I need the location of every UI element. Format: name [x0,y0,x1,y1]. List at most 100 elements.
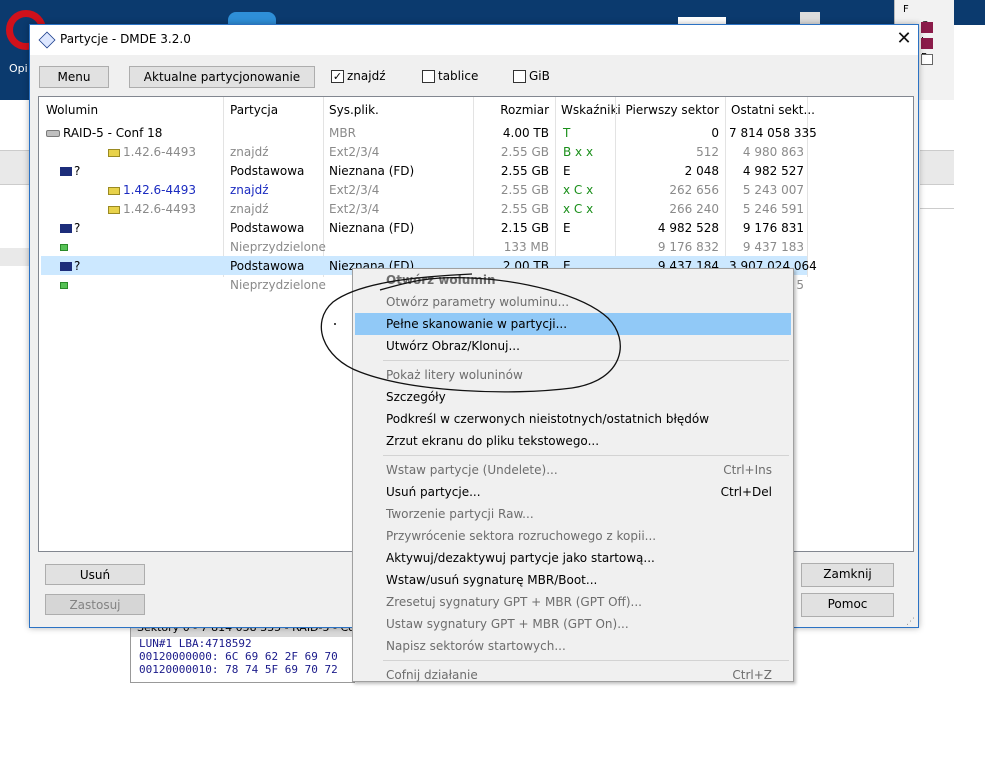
context-menu-item[interactable]: Otwórz parametry woluminu... [355,291,791,313]
found-checkbox[interactable]: ✓ znajdź [331,69,386,83]
background-panel [920,150,954,185]
cell-partition: znajdź [230,202,269,216]
volume-icon [108,186,120,195]
volume-label: RAID-5 - Conf 18 [63,126,163,140]
context-menu-item[interactable]: Wstaw/usuń sygnaturę MBR/Boot... [355,569,791,591]
menu-item-label: Zrzut ekranu do pliku tekstowego... [386,434,600,448]
column-header-filesystem[interactable]: Sys.plik. [329,103,379,121]
context-menu-item[interactable]: Tworzenie partycji Raw... [355,503,791,525]
cell-fs: Ext2/3/4 [329,145,380,159]
dmde-app-icon [38,31,56,49]
table-row[interactable]: ? Podstawowa Nieznana (FD) 2.55 GB E 2 048 4 9… [41,161,807,180]
table-row[interactable]: Nieprzydzielone 133 MB 9 176 832 9 437 183 [41,237,807,256]
cell-last: 4 982 527 [742,164,804,178]
context-menu-item[interactable]: Zrzut ekranu do pliku tekstowego... [355,430,791,452]
context-menu-item[interactable]: Cofnij działanie Ctrl+Z [355,664,791,686]
unallocated-icon [60,244,68,251]
cell-flags: x C x [563,202,594,216]
cell-partition: Nieprzydzielone [230,240,326,254]
book-icon [921,38,933,49]
title-bar[interactable]: Partycje - DMDE 3.2.0 ✕ [30,25,918,55]
current-partitioning-button[interactable]: Aktualne partycjonowanie [129,66,315,88]
table-row[interactable]: 1.42.6-4493 znajdź Ext2/3/4 2.55 GB B x x 512… [41,142,807,161]
tables-checkbox[interactable]: tablice [422,69,478,83]
partition-icon [60,262,72,271]
delete-button[interactable]: Usuń [45,564,145,585]
menu-button[interactable]: Menu [39,66,109,88]
table-row[interactable]: 1.42.6-4493 znajdź Ext2/3/4 2.55 GB x C x 262… [41,180,807,199]
column-header-volume[interactable]: Wolumin [46,103,98,121]
cell-flags: x C x [563,183,594,197]
context-menu-item[interactable]: Ustaw sygnatury GPT + MBR (GPT On)... [355,613,791,635]
context-menu-item[interactable]: Zresetuj sygnatury GPT + MBR (GPT Off)..… [355,591,791,613]
menu-item-label: Zresetuj sygnatury GPT + MBR (GPT Off)..… [386,595,642,609]
resize-grip-icon[interactable]: ⋰ [906,617,916,627]
context-menu-item[interactable]: Otwórz wolumin [355,269,791,291]
menu-item-shortcut: Ctrl+Del [720,485,772,499]
table-row[interactable]: ? Podstawowa Nieznana (FD) 2.15 GB E 4 982 52… [41,218,807,237]
menu-item-label: Przywrócenie sektora rozruchowego z kopi… [386,529,657,543]
column-header-partition[interactable]: Partycja [230,103,278,121]
cell-volume: 1.42.6-4493 [46,202,221,216]
menu-item-label: Tworzenie partycji Raw... [386,507,534,521]
cell-flags: E [563,164,571,178]
cell-flags: E [563,221,571,235]
tables-checkbox-label: tablice [438,69,479,83]
menu-separator [383,660,789,661]
menu-item-label: Podkreśl w czerwonych nieistotnych/ostat… [386,412,710,426]
cell-first: 4 982 528 [657,221,719,235]
disk-icon [46,130,60,137]
gib-checkbox[interactable]: GiB [513,69,550,83]
context-menu: Otwórz wolumin Otwórz parametry woluminu.… [352,268,794,682]
context-menu-item[interactable]: Napisz sektorów startowych... [355,635,791,657]
column-header-last-sector[interactable]: Ostatni sekt... [731,103,815,121]
hex-line: LUN#1 LBA:4718592 [131,637,354,650]
table-row[interactable]: 1.42.6-4493 znajdź Ext2/3/4 2.55 GB x C x 266… [41,199,807,218]
unallocated-icon [60,282,68,289]
apply-button[interactable]: Zastosuj [45,594,145,615]
cell-volume: ? [46,164,221,178]
column-header-size[interactable]: Rozmiar [479,103,549,121]
cell-first: 9 176 832 [657,240,719,254]
cell-fs: Nieznana (FD) [329,221,415,235]
close-icon[interactable]: ✕ [892,28,916,52]
background-panel [0,248,30,266]
cell-first: 266 240 [669,202,719,216]
cell-last: 4 980 863 [742,145,804,159]
menu-item-label: Aktywuj/dezaktywuj partycje jako startow… [386,551,655,565]
book-icon [921,22,933,33]
menu-item-label: Pokaż litery woluninów [386,368,523,382]
context-menu-item[interactable]: Usuń partycje... Ctrl+Del [355,481,791,503]
table-row[interactable]: RAID-5 - Conf 18 MBR 4.00 TB T 0 7 814 058 33… [41,123,817,142]
menu-item-label: Wstaw partycje (Undelete)... [386,463,558,477]
cell-fs: Nieznana (FD) [329,164,415,178]
document-icon [921,54,933,65]
hex-line: 00120000010: 78 74 5F 69 70 72 [131,663,354,676]
context-menu-item[interactable]: Pokaż litery woluninów [355,364,791,386]
context-menu-item[interactable]: Szczegóły [355,386,791,408]
context-menu-item[interactable]: Wstaw partycje (Undelete)... Ctrl+Ins [355,459,791,481]
menu-item-label: Utwórz Obraz/Klonuj... [386,339,520,353]
cell-size: 2.55 GB [500,183,549,197]
menu-separator [383,455,789,456]
checkbox-icon [422,69,435,83]
column-header-flags[interactable]: Wskaźniki [561,103,621,121]
column-header-first-sector[interactable]: Pierwszy sektor [619,103,719,121]
menu-item-label: Usuń partycje... [386,485,481,499]
context-menu-item[interactable]: Przywrócenie sektora rozruchowego z kopi… [355,525,791,547]
cell-partition: znajdź [230,183,269,197]
cell-first: 262 656 [669,183,719,197]
cell-volume [46,240,221,254]
cell-size: 2.55 GB [500,145,549,159]
hex-address: LUN#1 LBA:4718592 [139,637,252,650]
context-menu-item[interactable]: Pełne skanowanie w partycji... [355,313,791,335]
help-button[interactable]: Pomoc [801,593,894,617]
hex-address: 00120000010: [139,663,219,676]
close-button[interactable]: Zamknij [801,563,894,587]
hex-line: 00120000000: 6C 69 62 2F 69 70 [131,650,354,663]
cell-last: 5 246 591 [742,202,804,216]
context-menu-item[interactable]: Podkreśl w czerwonych nieistotnych/ostat… [355,408,791,430]
context-menu-item[interactable]: Aktywuj/dezaktywuj partycje jako startow… [355,547,791,569]
cell-fs: Ext2/3/4 [329,183,380,197]
context-menu-item[interactable]: Utwórz Obraz/Klonuj... [355,335,791,357]
